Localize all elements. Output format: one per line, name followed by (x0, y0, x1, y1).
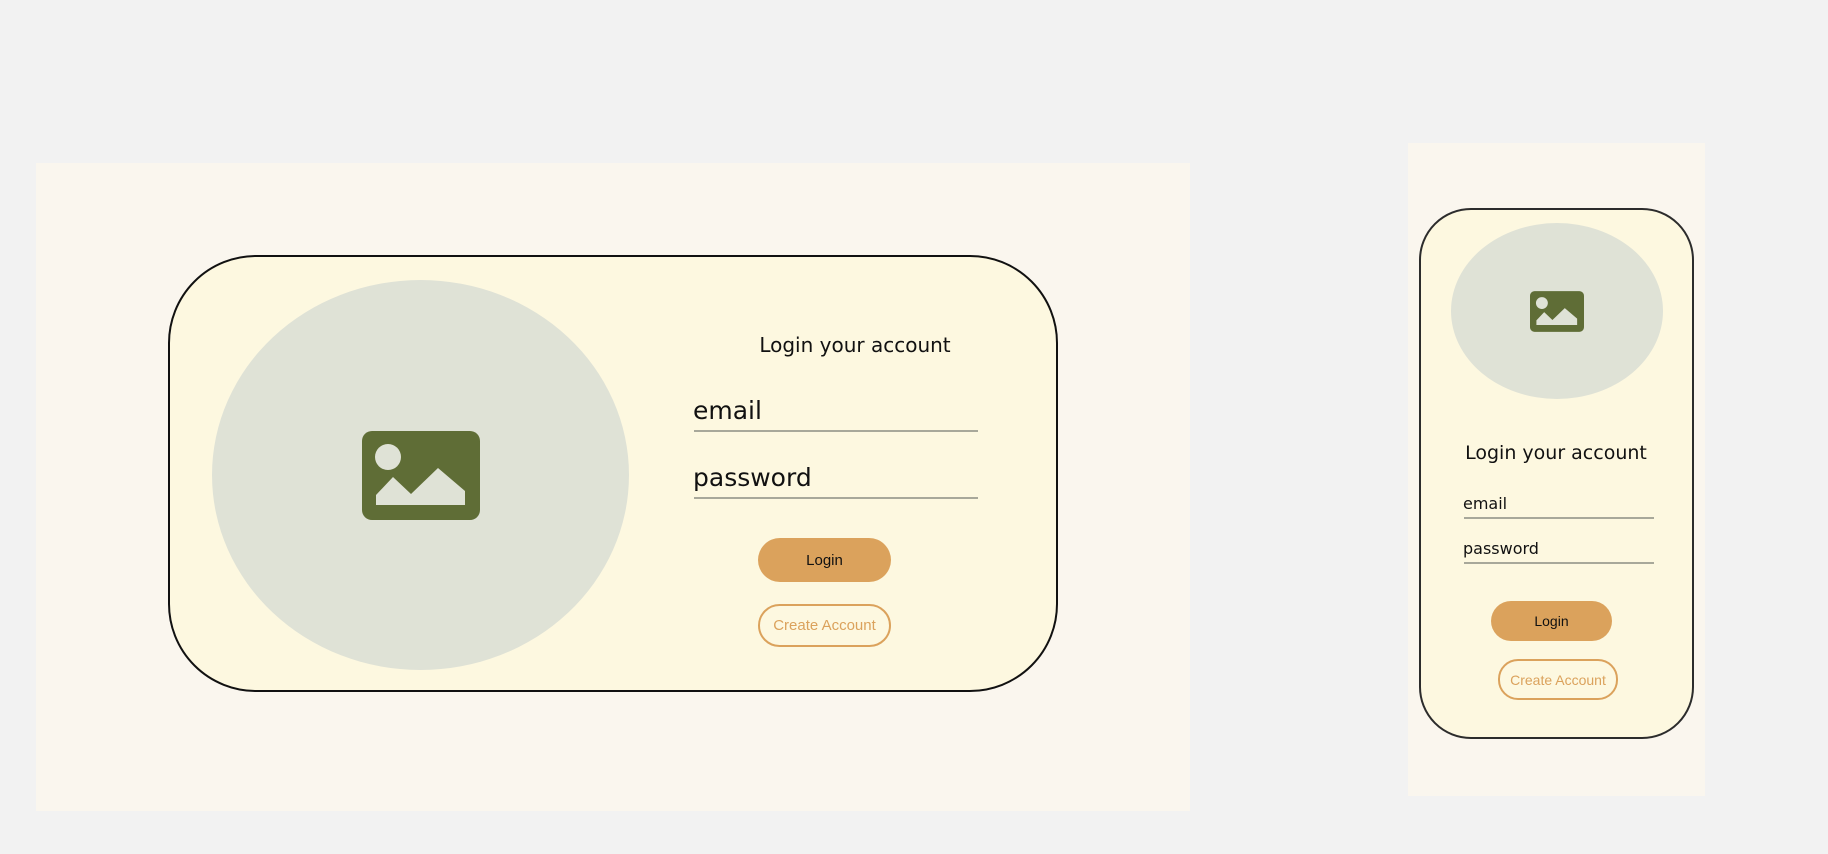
desktop-frame: Login your account email password Login … (36, 163, 1190, 811)
desktop-login-card: Login your account email password Login … (168, 255, 1058, 692)
desktop-password-placeholder: password (693, 463, 812, 492)
mobile-frame: Login your account email password Login … (1408, 143, 1705, 796)
desktop-page-title: Login your account (759, 333, 951, 357)
mobile-login-card: Login your account email password Login … (1419, 208, 1694, 739)
mobile-login-button[interactable]: Login (1491, 601, 1612, 641)
desktop-image-placeholder (212, 280, 629, 670)
desktop-password-field[interactable]: password (693, 459, 978, 499)
mobile-create-account-button[interactable]: Create Account (1498, 659, 1618, 700)
desktop-email-placeholder: email (693, 396, 762, 425)
mobile-image-placeholder (1451, 223, 1663, 399)
mobile-email-placeholder: email (1463, 494, 1508, 513)
desktop-create-account-button[interactable]: Create Account (758, 604, 891, 647)
image-icon (1530, 290, 1584, 332)
image-icon (361, 430, 480, 520)
mobile-password-placeholder: password (1463, 539, 1539, 558)
mobile-email-field[interactable]: email (1463, 493, 1654, 519)
desktop-email-field[interactable]: email (693, 392, 978, 432)
mobile-password-field[interactable]: password (1463, 538, 1654, 564)
desktop-login-button[interactable]: Login (758, 538, 891, 582)
mobile-page-title: Login your account (1465, 442, 1647, 464)
